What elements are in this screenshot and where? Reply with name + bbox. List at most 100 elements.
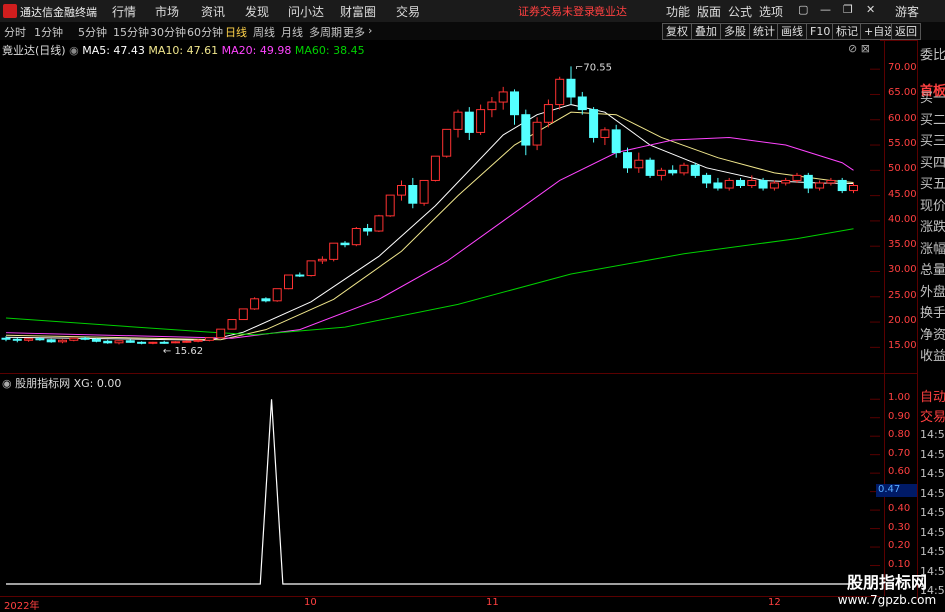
side-panel-item: 14:56: [920, 486, 945, 500]
menu-quotes[interactable]: 行情: [112, 3, 136, 20]
menu-wealth[interactable]: 财富圈: [340, 3, 376, 20]
candle: [555, 76, 565, 110]
legend-title: 竟业达(日线): [2, 44, 66, 57]
candle: [611, 124, 621, 158]
app-logo-icon: [3, 4, 17, 18]
period-weekly[interactable]: 周线: [253, 24, 275, 40]
close-icon[interactable]: ✕: [866, 3, 875, 16]
adjust-button[interactable]: 复权: [662, 23, 692, 40]
legend-ma20: MA20: 49.98: [221, 44, 292, 57]
indicator-xg-value: XG: 0.00: [73, 377, 122, 390]
date-axis: 2022年 10 11 12: [0, 596, 880, 612]
candle: [419, 179, 429, 206]
indicator-tick-label: 0.20: [888, 540, 911, 552]
side-panel-item[interactable]: 交易: [920, 406, 945, 425]
period-15min[interactable]: 15分钟: [113, 24, 149, 40]
watermark-title: 股朋指标网: [846, 573, 927, 592]
menu-function[interactable]: 功能: [666, 3, 690, 20]
side-panel-item: 总量: [920, 263, 945, 278]
multi-stock-button[interactable]: 多股: [720, 23, 750, 40]
indicator-tick-label: 0.60: [888, 466, 911, 478]
price-tick-label: 45.00: [888, 188, 917, 200]
draw-line-button[interactable]: 画线: [777, 23, 807, 40]
period-multi[interactable]: 多周期: [309, 24, 342, 40]
indicator-chart[interactable]: [0, 374, 880, 596]
side-panel-item: 14:56: [920, 545, 945, 558]
side-panel-item: 收益: [920, 349, 945, 364]
indicator-tick-label: 0.40: [888, 503, 911, 515]
login-status[interactable]: 证券交易未登录: [518, 3, 595, 19]
settings-icon[interactable]: ◉: [69, 44, 79, 57]
side-panel-item: 14:56: [920, 506, 945, 519]
indicator-current-value: 0.47: [876, 484, 918, 497]
menu-formula[interactable]: 公式: [728, 3, 752, 20]
more-arrow-icon[interactable]: ›: [368, 24, 372, 37]
price-tick-label: 40.00: [888, 213, 917, 225]
price-tick-label: 35.00: [888, 239, 917, 251]
panel-close-icon[interactable]: ⊘ ⊠: [848, 42, 870, 55]
side-panel-item: 14:56: [920, 525, 945, 539]
stats-button[interactable]: 统计: [749, 23, 779, 40]
candle: [250, 297, 260, 310]
date-label-year: 2022年: [4, 601, 40, 612]
candle: [329, 242, 339, 262]
candle: [374, 214, 384, 233]
candle: [204, 337, 214, 342]
stock-name-header: 竟业达: [594, 5, 627, 18]
period-toolbar: 分时 1分钟 5分钟 15分钟 30分钟 60分钟 日线 周线 月线 多周期 更…: [0, 22, 945, 41]
menu-market[interactable]: 市场: [155, 3, 179, 20]
restore-icon[interactable]: ❐: [843, 3, 853, 16]
menu-options[interactable]: 选项: [759, 3, 783, 20]
side-panel-item: 委比: [920, 48, 945, 63]
candlestick-chart[interactable]: ⌐70.55 ← 15.62: [0, 40, 880, 373]
period-30min[interactable]: 30分钟: [150, 24, 186, 40]
period-timeshare[interactable]: 分时: [4, 24, 26, 40]
price-tick-label: 60.00: [888, 112, 917, 124]
candle: [430, 155, 440, 182]
minimize-icon[interactable]: —: [820, 3, 831, 16]
menu-trade[interactable]: 交易: [396, 3, 420, 20]
overlay-button[interactable]: 叠加: [691, 23, 721, 40]
period-5min[interactable]: 5分钟: [78, 24, 107, 40]
message-icon[interactable]: ▢: [798, 3, 808, 16]
side-panel-item: 外盘: [920, 284, 945, 300]
menu-ask[interactable]: 问小达: [288, 3, 324, 20]
period-daily[interactable]: 日线: [225, 24, 247, 40]
indicator-legend: ◉ 股朋指标网 XG: 0.00: [2, 375, 121, 391]
main-legend: 竟业达(日线) ◉ MA5: 47.43 MA10: 47.61 MA20: 4…: [2, 42, 365, 58]
candle: [284, 274, 293, 290]
price-tick-label: 55.00: [888, 138, 917, 150]
side-panel-item: 买一: [920, 91, 945, 106]
price-tick-label: 50.00: [888, 163, 917, 175]
menu-discover[interactable]: 发现: [245, 3, 269, 20]
side-panel-item: 买三: [920, 134, 945, 149]
app-title: 通达信金融终端: [20, 6, 97, 19]
candle: [69, 337, 79, 342]
guest-label[interactable]: 游客: [895, 3, 919, 20]
menu-layout[interactable]: 版面: [697, 3, 721, 20]
candle: [216, 328, 226, 339]
price-tick-label: 25.00: [888, 289, 917, 301]
menu-news[interactable]: 资讯: [201, 3, 225, 20]
side-panel-item[interactable]: 自动: [920, 386, 945, 405]
side-panel-item: 14:56: [920, 467, 945, 480]
mark-button[interactable]: 标记: [832, 23, 862, 40]
side-panel-item: 买四: [920, 155, 945, 171]
side-panel-item: 涨幅: [920, 241, 945, 257]
candle: [442, 128, 452, 158]
price-tick-label: 30.00: [888, 264, 917, 276]
indicator-tick-label: 0.70: [888, 447, 911, 459]
period-1min[interactable]: 1分钟: [34, 24, 63, 40]
indicator-settings-icon[interactable]: ◉: [2, 377, 12, 390]
indicator-tick-label: 1.00: [888, 392, 911, 404]
candle: [351, 226, 361, 247]
candle: [227, 319, 237, 330]
period-monthly[interactable]: 月线: [281, 24, 303, 40]
watermark-url: www.7gpzb.com: [837, 593, 937, 607]
f10-button[interactable]: F10: [806, 23, 835, 40]
period-60min[interactable]: 60分钟: [187, 24, 223, 40]
back-button[interactable]: 返回: [891, 23, 921, 40]
period-more[interactable]: 更多: [343, 24, 365, 40]
high-annotation: ⌐70.55: [575, 62, 612, 73]
quote-side-panel: 委比首板买一买二买三买四买五现价涨跌涨幅总量外盘换手净资收益自动交易14:551…: [917, 40, 945, 600]
